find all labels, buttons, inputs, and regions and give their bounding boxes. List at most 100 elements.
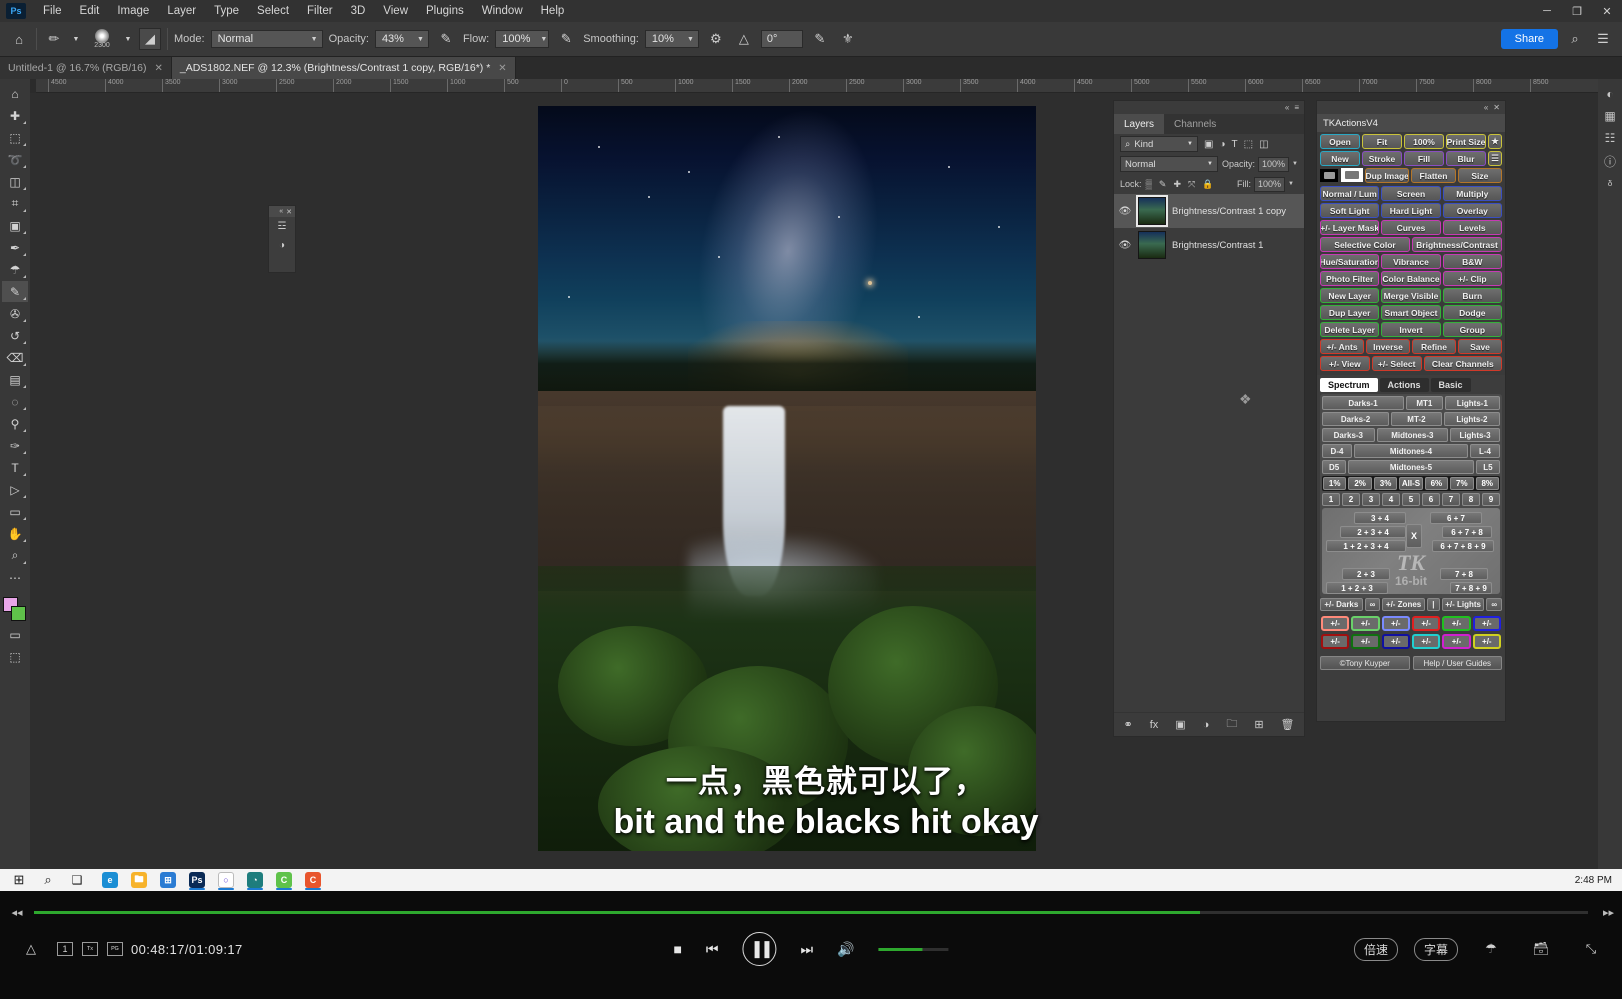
zone-button-darks-2[interactable]: Darks-2 xyxy=(1322,412,1390,426)
plusminus-button-r1c3[interactable]: +/- xyxy=(1381,616,1410,631)
tk-button-photo-filter[interactable]: Photo Filter xyxy=(1320,271,1380,286)
zoom-tool[interactable]: ⌕ xyxy=(2,545,28,566)
layer-fill-control[interactable]: Fill: 100% ▼ xyxy=(1237,176,1294,192)
tk-button-normal-lum[interactable]: Normal / Lum xyxy=(1320,186,1380,201)
zone-button-l5[interactable]: L5 xyxy=(1475,460,1501,474)
brush-preset-caret-icon[interactable]: ▼ xyxy=(71,28,81,50)
number-button-9[interactable]: 9 xyxy=(1482,493,1500,506)
next-button[interactable]: ⏭ xyxy=(801,941,814,958)
zone-button-mt1[interactable]: MT1 xyxy=(1406,396,1443,410)
help-user-guides-button[interactable]: Help / User Guides xyxy=(1412,656,1502,670)
libraries-panel-icon[interactable]: ☷ xyxy=(1605,131,1616,145)
taskbar-app-edge[interactable]: e xyxy=(97,870,123,890)
info-panel-icon[interactable]: ⓘ xyxy=(1604,153,1616,170)
taskbar-clock[interactable]: 2:48 PM xyxy=(1575,875,1622,886)
plusminus-button-r2c2[interactable]: +/- xyxy=(1351,634,1380,649)
plusminus-button-r2c6[interactable]: +/- xyxy=(1472,634,1501,649)
clone-stamp-tool[interactable]: ✇ xyxy=(2,303,28,324)
plusminus-button-r2c5[interactable]: +/- xyxy=(1442,634,1471,649)
lock-position-icon[interactable]: ✚ xyxy=(1173,179,1181,190)
color-panel-icon[interactable]: ◐ xyxy=(1606,87,1613,101)
lock-image-icon[interactable]: ✎ xyxy=(1159,179,1167,190)
new-layer-icon[interactable]: ⊞ xyxy=(1254,718,1263,731)
airbrush-icon[interactable]: ✎ xyxy=(555,28,577,50)
link-layers-icon[interactable]: ⚭ xyxy=(1123,718,1132,731)
tk-button-screen[interactable]: Screen xyxy=(1381,186,1441,201)
tk-button-new-layer[interactable]: New Layer xyxy=(1320,288,1380,303)
menu-filter[interactable]: Filter xyxy=(298,2,342,20)
gradient-tool[interactable]: ▤ xyxy=(2,369,28,390)
combo-button-123[interactable]: 1 + 2 + 3 xyxy=(1326,582,1388,594)
circle-icon[interactable]: ◑ xyxy=(269,236,295,255)
subtitle-track-icon[interactable]: ᵀˣ xyxy=(82,942,98,956)
tk-button-clip[interactable]: +/- Clip xyxy=(1442,271,1502,286)
plusminus-button-r1c4[interactable]: +/- xyxy=(1411,616,1441,631)
tk-tab-basic[interactable]: Basic xyxy=(1430,378,1471,392)
zone-button-darks-1[interactable]: Darks-1 xyxy=(1322,396,1404,410)
percent-button-6[interactable]: 6% xyxy=(1424,477,1449,490)
close-icon[interactable]: ✕ xyxy=(154,63,162,74)
pressure-size-icon[interactable]: ✎ xyxy=(809,28,831,50)
spot-healing-tool[interactable]: ☂ xyxy=(2,259,28,280)
new-group-icon[interactable]: 🗀 xyxy=(1226,715,1237,734)
symmetry-icon[interactable]: ⚜ xyxy=(837,28,859,50)
percent-button-2[interactable]: 2% xyxy=(1348,477,1372,490)
percent-button-1[interactable]: 1% xyxy=(1323,477,1347,490)
brush-size-caret-icon[interactable]: ▼ xyxy=(123,28,133,50)
number-button-1[interactable]: 1 xyxy=(1322,493,1340,506)
layer-visibility-icon[interactable]: 👁 xyxy=(1118,240,1132,251)
eject-icon[interactable]: △ xyxy=(14,932,48,966)
audio-track-icon[interactable]: ᴾᴳ xyxy=(107,942,123,956)
tkactions-title-tab[interactable]: TKActionsV4 xyxy=(1317,114,1505,132)
combo-button-234[interactable]: 2 + 3 + 4 xyxy=(1340,526,1406,538)
zone-button-lights-1[interactable]: Lights-1 xyxy=(1444,396,1500,410)
volume-button[interactable]: 🔊 xyxy=(837,941,854,958)
tk-button-layer-mask[interactable]: +/- Layer Mask xyxy=(1320,220,1380,235)
lock-all-icon[interactable]: 🔒 xyxy=(1202,179,1213,190)
zone-button-l-4[interactable]: L-4 xyxy=(1470,444,1500,458)
tk-button-delete-layer[interactable]: Delete Layer xyxy=(1320,322,1380,337)
playlist-icon[interactable]: 1 xyxy=(57,942,73,956)
quick-mask-icon[interactable]: ▭ xyxy=(2,624,28,645)
layer-filter-kind-select[interactable]: ⌕ Kind ▼ xyxy=(1120,136,1198,152)
path-selection-tool[interactable]: ▷ xyxy=(2,479,28,500)
workspace-icon[interactable]: ☰ xyxy=(1592,28,1614,50)
tk-button-stroke[interactable]: Stroke xyxy=(1362,151,1402,166)
combo-button-78[interactable]: 7 + 8 xyxy=(1440,568,1488,580)
search-icon[interactable]: ⌕ xyxy=(1564,28,1586,50)
combo-button-23[interactable]: 2 + 3 xyxy=(1342,568,1390,580)
tk-button-refine[interactable]: Refine xyxy=(1412,339,1456,354)
number-button-8[interactable]: 8 xyxy=(1462,493,1480,506)
rewind-icon[interactable]: ◂◂ xyxy=(0,906,34,919)
layer-opacity-value[interactable]: 100% xyxy=(1258,156,1290,172)
taskbar-app-file-explorer[interactable]: 🖿 xyxy=(126,870,152,890)
tk-button-[interactable]: ★ xyxy=(1488,134,1502,149)
tk-button-b-w[interactable]: B&W xyxy=(1442,254,1502,269)
tk-button-vibrance[interactable]: Vibrance xyxy=(1381,254,1441,269)
zone-button-midtones-3[interactable]: Midtones-3 xyxy=(1376,428,1448,442)
zone-button-midtones-5[interactable]: Midtones-5 xyxy=(1348,460,1474,474)
frame-tool[interactable]: ▣ xyxy=(2,215,28,236)
lock-nesting-icon[interactable]: ⤧ xyxy=(1188,179,1195,190)
layer-mask-icon[interactable]: ▣ xyxy=(1175,718,1185,731)
collapse-icon[interactable]: « xyxy=(1484,103,1488,112)
eraser-tool[interactable]: ⌫ xyxy=(2,347,28,368)
object-selection-tool[interactable]: ◫ xyxy=(2,171,28,192)
close-icon[interactable]: ✕ xyxy=(1493,103,1500,112)
tk-button-inverse[interactable]: Inverse xyxy=(1366,339,1410,354)
taskbar-app-app-orange[interactable]: C xyxy=(300,870,326,890)
tk-button-flatten[interactable]: Flatten xyxy=(1411,168,1456,183)
history-brush-tool[interactable]: ↺ xyxy=(2,325,28,346)
layer-opacity-control[interactable]: Opacity: 100% ▼ xyxy=(1222,156,1298,172)
taskbar-app-store[interactable]: ⊞ xyxy=(155,870,181,890)
tk-button-levels[interactable]: Levels xyxy=(1442,220,1502,235)
brush-tip-preview[interactable]: 2300 xyxy=(87,29,117,49)
brush-preset-icon[interactable]: ✏ xyxy=(43,28,65,50)
zone-button-lights-2[interactable]: Lights-2 xyxy=(1443,412,1500,426)
collapse-icon[interactable]: « xyxy=(279,208,283,215)
combo-button-6789[interactable]: 6 + 7 + 8 + 9 xyxy=(1432,540,1494,552)
sliders-icon[interactable]: ☲ xyxy=(269,217,295,236)
layer-visibility-icon[interactable]: 👁 xyxy=(1118,206,1132,217)
zone-button-mt-2[interactable]: MT-2 xyxy=(1391,412,1442,426)
menu-window[interactable]: Window xyxy=(473,2,532,20)
